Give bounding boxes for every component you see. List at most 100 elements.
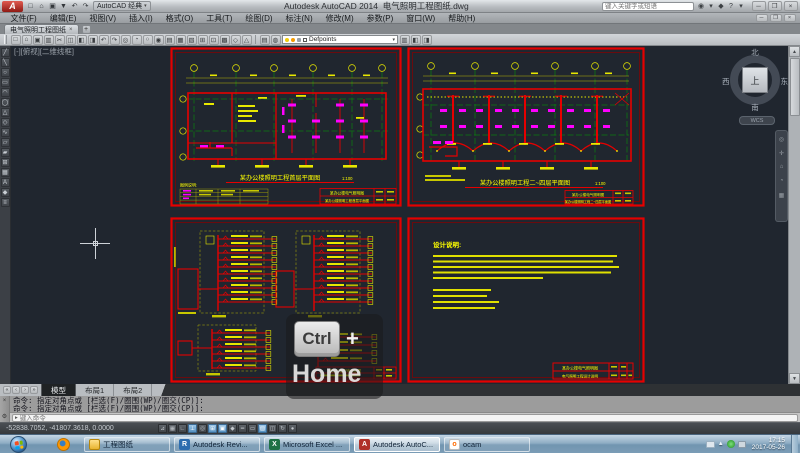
- status-toggle[interactable]: ◆: [228, 424, 237, 433]
- viewcube-top-face[interactable]: 上: [742, 67, 768, 93]
- draw-tool-icon[interactable]: ∿: [1, 128, 10, 137]
- menu-draw[interactable]: 绘图(D): [239, 13, 279, 24]
- toolbar-icon[interactable]: ◧: [77, 35, 87, 45]
- status-toggle[interactable]: ◫: [268, 424, 277, 433]
- tab-nav-button[interactable]: «: [3, 386, 11, 394]
- toolbar-icon[interactable]: ◔: [132, 35, 142, 45]
- toolbar-icon[interactable]: ⌂: [22, 35, 32, 45]
- layer-toolbar-icon[interactable]: ▤: [260, 35, 270, 45]
- layer-freeze-icon[interactable]: [291, 38, 295, 42]
- toolbar-icon[interactable]: ✂: [55, 35, 65, 45]
- draw-tool-icon[interactable]: ⊞: [1, 158, 10, 167]
- taskbar-button-ocam[interactable]: o ocam: [444, 437, 530, 452]
- menu-tools[interactable]: 工具(T): [200, 13, 239, 24]
- infocenter-search[interactable]: [602, 2, 694, 11]
- compass-north-label[interactable]: 北: [723, 47, 787, 58]
- workspace-dropdown[interactable]: AutoCAD 经典▾: [93, 1, 151, 11]
- toolbar-icon[interactable]: ○: [143, 35, 153, 45]
- taskbar-button-folder[interactable]: 工程图纸: [84, 437, 170, 452]
- toolbar-icon[interactable]: ↶: [99, 35, 109, 45]
- doc-minimize-button[interactable]: ─: [756, 14, 768, 22]
- scroll-up-arrow[interactable]: ▲: [789, 46, 800, 57]
- status-toggle[interactable]: ▣: [218, 424, 227, 433]
- file-tab-close-icon[interactable]: ×: [69, 27, 73, 33]
- navbar-icon[interactable]: ◔: [777, 177, 786, 185]
- infocenter-icon[interactable]: ▾: [707, 1, 716, 11]
- qat-icon[interactable]: ⌂: [37, 1, 47, 11]
- toolbar-icon[interactable]: ▧: [187, 35, 197, 45]
- layer-dropdown[interactable]: Defpoints ▾: [282, 35, 398, 44]
- tab-nav-button[interactable]: »: [30, 386, 38, 394]
- draw-tool-icon[interactable]: A: [1, 178, 10, 187]
- menu-format[interactable]: 格式(O): [159, 13, 200, 24]
- toolbar-grip[interactable]: [4, 35, 7, 44]
- qat-icon[interactable]: ↷: [81, 1, 91, 11]
- qat-icon[interactable]: ↶: [70, 1, 80, 11]
- toolbar-icon[interactable]: ◫: [66, 35, 76, 45]
- menu-parametric[interactable]: 参数(P): [360, 13, 400, 24]
- draw-tool-icon[interactable]: ╱: [1, 48, 10, 57]
- toolbar-icon[interactable]: ▩: [220, 35, 230, 45]
- toolbar-icon[interactable]: ⊡: [209, 35, 219, 45]
- taskbar-clock[interactable]: 17:15 2017-05-26: [752, 437, 785, 452]
- qat-icon[interactable]: ▣: [48, 1, 58, 11]
- tray-display-icon[interactable]: [738, 441, 746, 448]
- navbar-icon[interactable]: ✛: [777, 149, 786, 157]
- toolbar-icon[interactable]: ▥: [44, 35, 54, 45]
- app-logo-button[interactable]: A: [2, 1, 23, 12]
- status-toggle[interactable]: ▦: [168, 424, 177, 433]
- draw-tool-icon[interactable]: ╲: [1, 58, 10, 67]
- tab-layout2[interactable]: 布局2: [114, 384, 152, 396]
- infocenter-icon[interactable]: ▾: [737, 1, 746, 11]
- toolbar-icon[interactable]: ▣: [33, 35, 43, 45]
- status-toggle[interactable]: ●: [288, 424, 297, 433]
- doc-restore-button[interactable]: ❐: [770, 14, 782, 22]
- command-input[interactable]: [20, 414, 795, 422]
- qat-icon[interactable]: ▼: [59, 1, 69, 11]
- toolbar-icon[interactable]: ⊞: [198, 35, 208, 45]
- draw-tool-icon[interactable]: ◇: [1, 118, 10, 127]
- layer-toolbar-icon[interactable]: ◍: [271, 35, 281, 45]
- viewport-controls[interactable]: [-][俯视][二维线框]: [14, 46, 74, 57]
- status-toggle[interactable]: ⊥: [188, 424, 197, 433]
- tray-show-hidden-icon[interactable]: ▲: [718, 441, 724, 447]
- status-toggle[interactable]: ⊿: [158, 424, 167, 433]
- new-tab-button[interactable]: +: [82, 25, 91, 34]
- menu-dimension[interactable]: 标注(N): [279, 13, 319, 24]
- layer-toolbar-icon[interactable]: ◨: [422, 35, 432, 45]
- minimize-button[interactable]: ─: [752, 1, 766, 11]
- viewcube[interactable]: 北 南 西 东 上: [723, 48, 787, 112]
- menu-edit[interactable]: 编辑(E): [43, 13, 83, 24]
- tab-nav-button[interactable]: ›: [21, 386, 29, 394]
- show-desktop-button[interactable]: [791, 435, 798, 453]
- toolbar-icon[interactable]: ◎: [121, 35, 131, 45]
- menu-view[interactable]: 视图(V): [83, 13, 123, 24]
- layer-toolbar-icon[interactable]: ◧: [411, 35, 421, 45]
- status-toggle[interactable]: ▭: [248, 424, 257, 433]
- infocenter-icon[interactable]: ◆: [717, 1, 726, 11]
- status-toggle[interactable]: ◎: [198, 424, 207, 433]
- layer-on-icon[interactable]: [285, 38, 289, 42]
- taskbar-button-autocad[interactable]: A Autodesk AutoC...: [354, 437, 440, 452]
- draw-tool-icon[interactable]: ▰: [1, 148, 10, 157]
- status-toggle[interactable]: ↻: [278, 424, 287, 433]
- firefox-icon[interactable]: [57, 438, 70, 451]
- tab-nav-button[interactable]: ‹: [12, 386, 20, 394]
- tab-layout1[interactable]: 布局1: [76, 384, 114, 396]
- draw-tool-icon[interactable]: ◠: [1, 88, 10, 97]
- draw-tool-icon[interactable]: ▱: [1, 138, 10, 147]
- navbar-icon[interactable]: ◎: [777, 135, 786, 143]
- toolbar-icon[interactable]: ◇: [231, 35, 241, 45]
- start-button[interactable]: [10, 436, 27, 453]
- tab-model[interactable]: 模型: [41, 384, 76, 396]
- infocenter-icon[interactable]: ◉: [697, 1, 706, 11]
- navbar-icon[interactable]: ▦: [777, 191, 786, 199]
- wcs-dropdown[interactable]: WCS: [739, 116, 775, 125]
- coordinates-readout[interactable]: -52838.7052, -41807.3618, 0.0000: [6, 425, 158, 432]
- drawing-canvas[interactable]: [-][俯视][二维线框]: [11, 46, 788, 384]
- status-toggle[interactable]: ▨: [258, 424, 267, 433]
- layer-lock-icon[interactable]: [297, 38, 301, 42]
- toolbar-icon[interactable]: ↷: [110, 35, 120, 45]
- chevron-down-icon[interactable]: ▾: [392, 37, 395, 43]
- compass-east-label[interactable]: 东: [781, 76, 789, 87]
